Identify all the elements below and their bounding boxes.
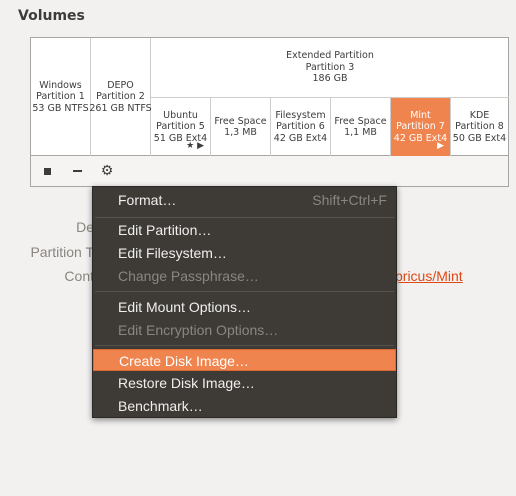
partition-ubuntu[interactable]: Ubuntu Partition 5 51 GB Ext4 ★ ▶: [151, 98, 211, 156]
menu-item-label: Edit Mount Options…: [118, 299, 252, 315]
partition-line: Filesystem: [275, 109, 326, 121]
partition-line: Free Space: [214, 115, 267, 127]
menu-separator: [95, 345, 394, 346]
menu-item-change-passphrase: Change Passphrase…: [93, 265, 396, 287]
menu-item-label: Edit Filesystem…: [118, 245, 227, 261]
partition-line: Partition 6: [276, 121, 325, 133]
partition-windows[interactable]: Windows Partition 1 53 GB NTFS: [31, 38, 91, 156]
partition-line: Extended Partition: [286, 50, 374, 62]
menu-item-accelerator: Shift+Ctrl+F: [312, 192, 387, 208]
menu-item-create-disk-image[interactable]: Create Disk Image…: [93, 349, 396, 371]
more-actions-button[interactable]: ⚙: [96, 161, 118, 181]
partition-line: KDE: [469, 109, 490, 121]
partition-line: Partition 5: [156, 121, 205, 133]
delete-partition-button[interactable]: [66, 161, 88, 181]
partition-extended[interactable]: Extended Partition Partition 3 186 GB: [151, 38, 509, 98]
partition-kde[interactable]: KDE Partition 8 50 GB Ext4: [451, 98, 508, 156]
menu-item-label: Create Disk Image…: [119, 353, 249, 369]
partition-line: Partition 1: [36, 91, 85, 103]
partition-line: Mint: [410, 109, 431, 121]
detail-label: Cont: [64, 268, 94, 284]
partition-line: 1,3 MB: [224, 127, 257, 138]
partition-line: Partition 2: [96, 91, 145, 103]
mount-point-link[interactable]: pricus/Mint: [395, 268, 463, 284]
menu-item-format[interactable]: Format… Shift+Ctrl+F: [93, 189, 396, 211]
menu-item-restore-disk-image[interactable]: Restore Disk Image…: [93, 372, 396, 394]
menu-separator: [95, 291, 394, 292]
menu-item-edit-partition[interactable]: Edit Partition…: [93, 219, 396, 241]
partition-free-space-2[interactable]: Free Space 1,1 MB: [331, 98, 391, 156]
menu-item-label: Edit Encryption Options…: [118, 322, 279, 338]
menu-item-label: Edit Partition…: [118, 222, 212, 238]
partition-line: DEPO: [107, 79, 134, 91]
stop-button[interactable]: [36, 161, 58, 181]
menu-item-edit-filesystem[interactable]: Edit Filesystem…: [93, 242, 396, 264]
menu-separator: [95, 217, 394, 218]
partition-filesystem[interactable]: Filesystem Partition 6 42 GB Ext4: [271, 98, 331, 156]
partition-line: 186 GB: [312, 73, 348, 85]
partition-free-space-1[interactable]: Free Space 1,3 MB: [211, 98, 271, 156]
star-play-icon: ★ ▶: [186, 140, 204, 151]
detail-label: Partition T: [30, 244, 94, 260]
partition-line: Partition 3: [305, 61, 355, 73]
partition-context-menu: Format… Shift+Ctrl+F Edit Partition… Edi…: [92, 186, 397, 418]
minus-icon: [72, 170, 82, 172]
menu-item-label: Format…: [118, 192, 177, 208]
partition-line: 53 GB NTFS: [32, 102, 89, 114]
menu-item-edit-encryption-options: Edit Encryption Options…: [93, 319, 396, 341]
partition-line: 261 GB NTFS: [89, 102, 152, 114]
stop-icon: [43, 167, 51, 175]
partition-map: Windows Partition 1 53 GB NTFS DEPO Part…: [30, 37, 509, 156]
menu-item-label: Change Passphrase…: [118, 268, 259, 284]
partition-line: 42 GB Ext4: [273, 132, 328, 144]
menu-item-edit-mount-options[interactable]: Edit Mount Options…: [93, 296, 396, 318]
partition-line: 50 GB Ext4: [452, 132, 507, 144]
menu-item-benchmark[interactable]: Benchmark…: [93, 395, 396, 417]
volume-toolbar: ⚙: [30, 156, 509, 187]
play-icon: ▶: [437, 140, 444, 151]
partition-depo[interactable]: DEPO Partition 2 261 GB NTFS: [89, 38, 152, 156]
partition-line: 1,1 MB: [344, 127, 377, 138]
partition-line: Free Space: [334, 115, 387, 127]
menu-item-label: Benchmark…: [118, 398, 203, 414]
menu-item-label: Restore Disk Image…: [118, 375, 255, 391]
partition-line: Partition 8: [455, 121, 504, 133]
partition-line: Partition 7: [396, 121, 445, 133]
partition-line: Ubuntu: [163, 109, 198, 121]
partition-line: Windows: [39, 79, 82, 91]
gear-icon: ⚙: [100, 163, 114, 179]
partition-mint[interactable]: Mint Partition 7 42 GB Ext4 ▶: [391, 98, 451, 156]
volumes-title: Volumes: [18, 8, 85, 24]
